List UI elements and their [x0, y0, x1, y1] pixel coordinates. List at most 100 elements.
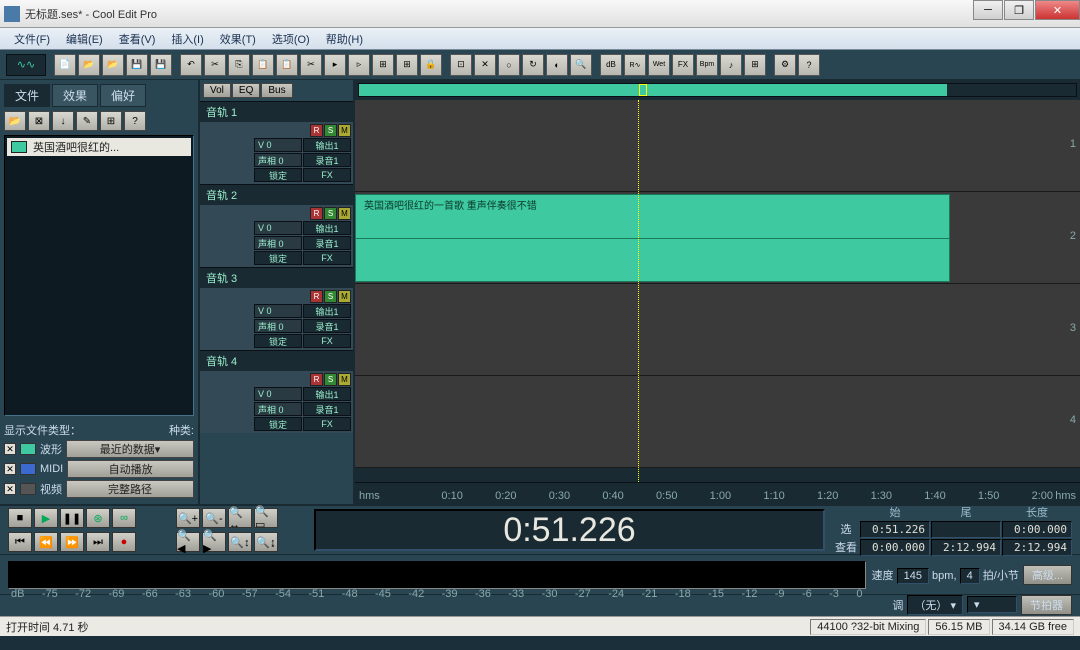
- zoom-out-v-icon[interactable]: 🔍↨: [254, 532, 278, 552]
- track-lane-4[interactable]: 4: [355, 376, 1080, 468]
- tempo-value[interactable]: 145: [897, 568, 929, 584]
- track-lock-3[interactable]: 锁定: [254, 334, 302, 348]
- track-pan-3[interactable]: 声相 0: [254, 319, 302, 333]
- envelope-icon[interactable]: ⊞: [396, 54, 418, 76]
- zoom-full-icon[interactable]: 🔍↔: [228, 508, 252, 528]
- crossfade-icon[interactable]: ✕: [474, 54, 496, 76]
- edit-icon[interactable]: ✎: [76, 111, 98, 131]
- close-button[interactable]: ✕: [1035, 0, 1080, 20]
- midi-trig-icon[interactable]: ♪: [720, 54, 742, 76]
- zoom-in-left-icon[interactable]: 🔍◀: [176, 532, 200, 552]
- track-vol-2[interactable]: V 0: [254, 221, 302, 235]
- sel-end[interactable]: [931, 521, 1001, 538]
- time-display[interactable]: 0:51.226: [314, 509, 825, 551]
- checkbox-midi[interactable]: ✕: [4, 463, 16, 475]
- track-header-3[interactable]: 音轨 3: [200, 267, 353, 288]
- menu-view[interactable]: 查看(V): [111, 29, 164, 49]
- zoom-out-h-icon[interactable]: 🔍-: [202, 508, 226, 528]
- save-all-icon[interactable]: 💾: [150, 54, 172, 76]
- open-file-icon[interactable]: 📂: [78, 54, 100, 76]
- menu-edit[interactable]: 编辑(E): [58, 29, 111, 49]
- sel-begin[interactable]: 0:51.226: [860, 521, 930, 538]
- waveform-mode-icon[interactable]: ∿∿: [6, 54, 46, 76]
- track-mute-2[interactable]: M: [338, 207, 351, 220]
- bpm-icon[interactable]: Bpm: [696, 54, 718, 76]
- track-vol-3[interactable]: V 0: [254, 304, 302, 318]
- snap-icon[interactable]: ⊡: [450, 54, 472, 76]
- track-rec-3[interactable]: 录音1: [303, 319, 351, 333]
- copy-icon[interactable]: ⎘: [228, 54, 250, 76]
- track-pan-2[interactable]: 声相 0: [254, 236, 302, 250]
- level-meter[interactable]: dB-75-72-69-66-63-60-57-54-51-48-45-42-3…: [8, 561, 866, 589]
- track-out-1[interactable]: 输出1: [303, 138, 351, 152]
- menu-effects[interactable]: 效果(T): [212, 29, 264, 49]
- tab-files[interactable]: 文件: [4, 84, 50, 107]
- track-lane-3[interactable]: 3: [355, 284, 1080, 376]
- track-header-2[interactable]: 音轨 2: [200, 184, 353, 205]
- tab-effects[interactable]: 效果: [52, 84, 98, 107]
- track-rec-4[interactable]: 录音1: [303, 402, 351, 416]
- checkbox-video[interactable]: ✕: [4, 483, 16, 495]
- overview-bar[interactable]: [358, 83, 1077, 97]
- track-header-1[interactable]: 音轨 1: [200, 101, 353, 122]
- audio-clip[interactable]: 英国酒吧很红的一首歌 重声伴奏很不错: [355, 194, 950, 282]
- forward-button[interactable]: ⏩: [60, 532, 84, 552]
- playhead[interactable]: [638, 100, 639, 482]
- track-lock-1[interactable]: 锁定: [254, 168, 302, 182]
- zoom-sel-icon[interactable]: 🔍▭: [254, 508, 278, 528]
- key-dropdown-2[interactable]: ▾: [967, 596, 1017, 613]
- monitor-icon[interactable]: ◐: [546, 54, 568, 76]
- track-fx-4[interactable]: FX: [303, 417, 351, 431]
- undo-icon[interactable]: ↶: [180, 54, 202, 76]
- pause-button[interactable]: ❚❚: [60, 508, 84, 528]
- smpte-icon[interactable]: ⊞: [744, 54, 766, 76]
- overview-cursor[interactable]: [639, 84, 647, 96]
- maximize-button[interactable]: ❐: [1004, 0, 1034, 20]
- track-record-2[interactable]: R: [310, 207, 323, 220]
- db-icon[interactable]: dB: [600, 54, 622, 76]
- track-out-3[interactable]: 输出1: [303, 304, 351, 318]
- track-fx-2[interactable]: FX: [303, 251, 351, 265]
- view-begin[interactable]: 0:00.000: [860, 539, 930, 556]
- group-icon[interactable]: ⊞: [372, 54, 394, 76]
- zoom-in-v-icon[interactable]: 🔍↕: [228, 532, 252, 552]
- file-item[interactable]: 英国酒吧很红的...: [7, 138, 191, 156]
- menu-insert[interactable]: 插入(I): [163, 29, 211, 49]
- track-header-4[interactable]: 音轨 4: [200, 350, 353, 371]
- time-ruler[interactable]: hms 0:100:200:300:400:501:001:101:201:30…: [355, 482, 1080, 504]
- track-out-2[interactable]: 输出1: [303, 221, 351, 235]
- key-dropdown[interactable]: （无） ▾: [907, 595, 963, 615]
- track-out-4[interactable]: 输出1: [303, 387, 351, 401]
- zoom-in-right-icon[interactable]: 🔍▶: [202, 532, 226, 552]
- sort-dropdown[interactable]: 最近的数据▾: [66, 440, 194, 458]
- options-icon[interactable]: ⊞: [100, 111, 122, 131]
- track-lock-2[interactable]: 锁定: [254, 251, 302, 265]
- tab-eq[interactable]: EQ: [232, 83, 260, 98]
- open-icon[interactable]: 📂: [4, 111, 26, 131]
- fx-icon[interactable]: FX: [672, 54, 694, 76]
- checkbox-waveform[interactable]: ✕: [4, 443, 16, 455]
- file-list[interactable]: 英国酒吧很红的...: [4, 135, 194, 416]
- goto-end-button[interactable]: ⏭: [86, 532, 110, 552]
- close-file-icon[interactable]: ⊠: [28, 111, 50, 131]
- play-inf-button[interactable]: ∞: [112, 508, 136, 528]
- rewind-button[interactable]: ⏪: [34, 532, 58, 552]
- track-rec-1[interactable]: 录音1: [303, 153, 351, 167]
- new-file-icon[interactable]: 📄: [54, 54, 76, 76]
- track-record-4[interactable]: R: [310, 373, 323, 386]
- track-pan-4[interactable]: 声相 0: [254, 402, 302, 416]
- track-pan-1[interactable]: 声相 0: [254, 153, 302, 167]
- mix-paste-icon[interactable]: 📋: [276, 54, 298, 76]
- tool-icon-2[interactable]: ▹: [348, 54, 370, 76]
- advanced-button[interactable]: 高级...: [1023, 565, 1072, 585]
- menu-file[interactable]: 文件(F): [6, 29, 58, 49]
- insert-icon[interactable]: ↓: [52, 111, 74, 131]
- track-lane-2[interactable]: 英国酒吧很红的一首歌 重声伴奏很不错 2: [355, 192, 1080, 284]
- track-rec-2[interactable]: 录音1: [303, 236, 351, 250]
- track-solo-1[interactable]: S: [324, 124, 337, 137]
- track-fx-3[interactable]: FX: [303, 334, 351, 348]
- play-loop-button[interactable]: ⊛: [86, 508, 110, 528]
- stop-button[interactable]: ■: [8, 508, 32, 528]
- lock-icon[interactable]: 🔒: [420, 54, 442, 76]
- view-length[interactable]: 2:12.994: [1002, 539, 1072, 556]
